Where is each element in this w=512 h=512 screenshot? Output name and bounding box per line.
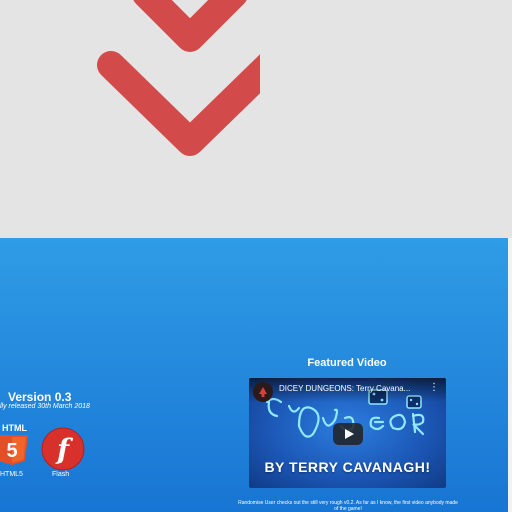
flash-label[interactable]: Flash <box>52 471 69 478</box>
html5-label[interactable]: HTML5 <box>0 471 23 478</box>
download-hero <box>0 0 512 238</box>
html5-number: 5 <box>6 440 17 462</box>
version-title: Version 0.3 <box>8 390 72 404</box>
featured-video-player[interactable]: DICEY DUNGEONS: Terry Cavana... ⋮ BY TER… <box>249 378 446 488</box>
html5-badge-text: HTML <box>2 423 27 433</box>
featured-video-heading: Featured Video <box>307 357 387 369</box>
featured-video-description: Randomise User checks out the still very… <box>238 500 458 512</box>
panel-edge <box>508 238 512 512</box>
play-icon[interactable] <box>333 423 363 445</box>
more-vertical-icon[interactable]: ⋮ <box>429 383 439 393</box>
video-title-text[interactable]: DICEY DUNGEONS: Terry Cavana... <box>279 384 410 393</box>
html5-icon[interactable]: HTML 5 <box>0 421 32 467</box>
version-release-date: lly released 30th March 2018 <box>0 403 90 410</box>
flash-icon[interactable]: f <box>41 427 85 471</box>
video-byline: BY TERRY CAVANAGH! <box>264 459 431 475</box>
double-chevron-down-icon[interactable] <box>90 0 260 180</box>
channel-avatar-icon[interactable] <box>253 382 273 402</box>
